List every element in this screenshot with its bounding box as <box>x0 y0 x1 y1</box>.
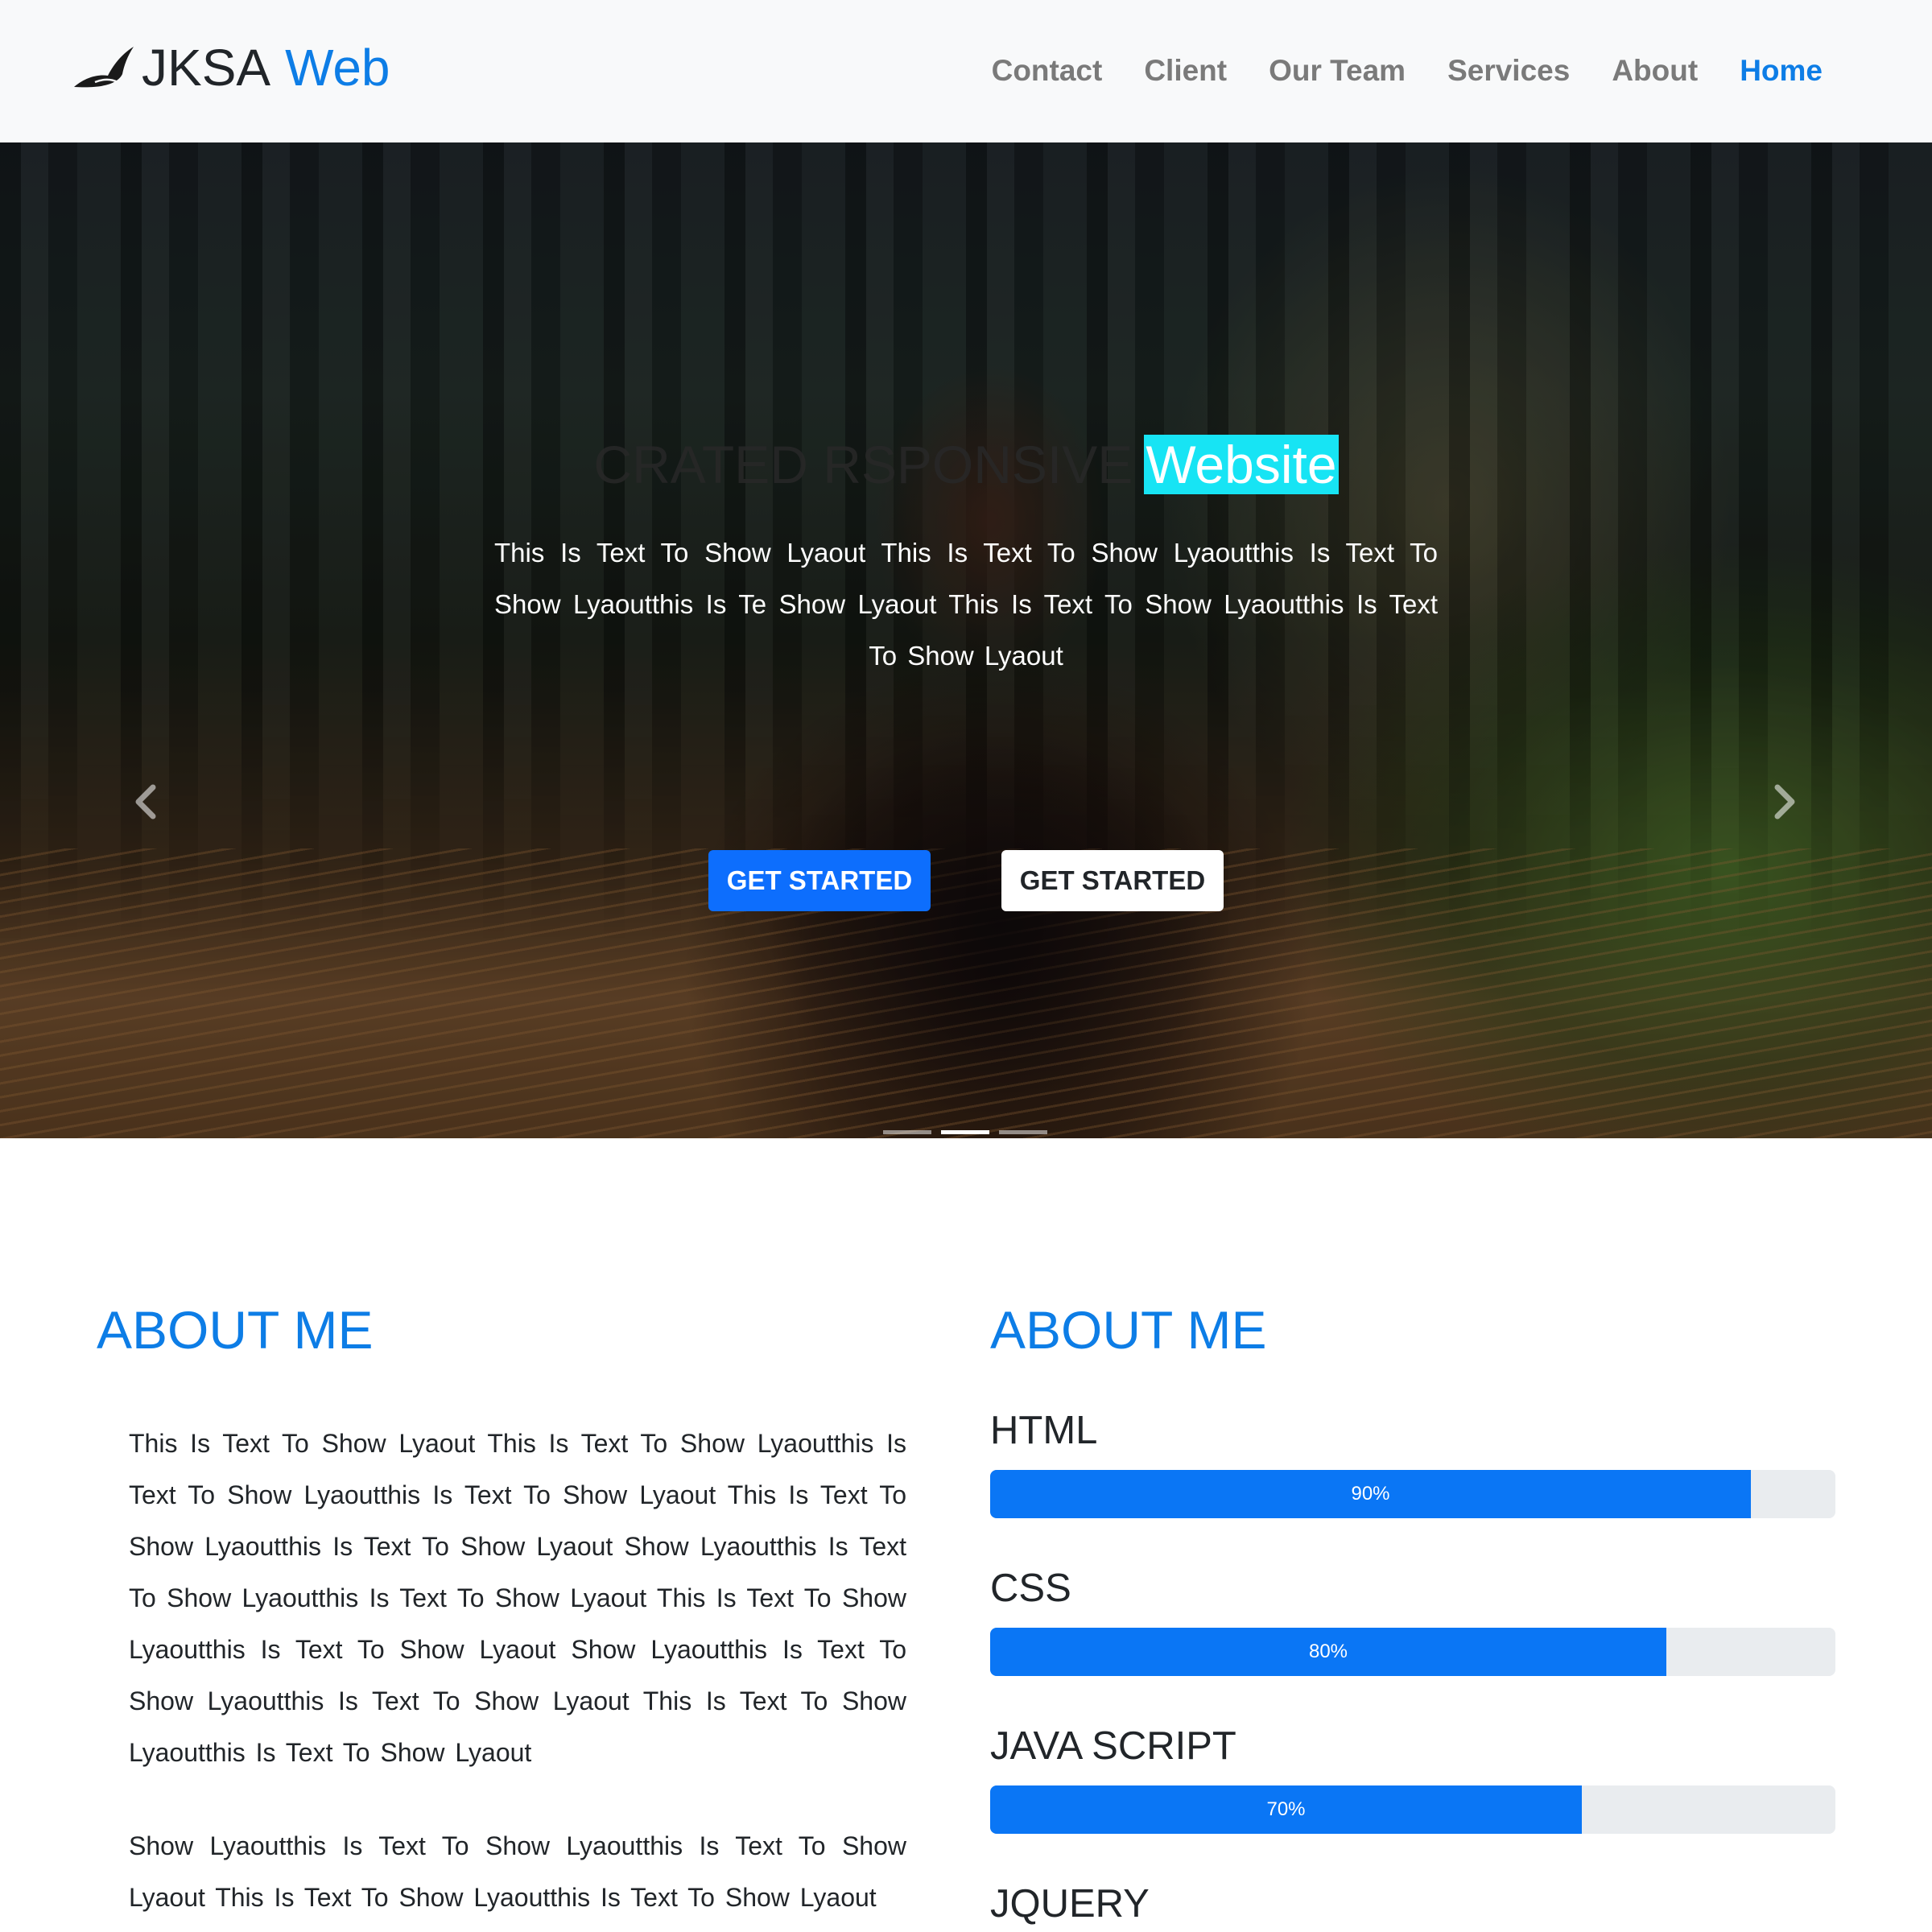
nav-menu: Home About Services Our Team Client Cont… <box>992 47 1823 95</box>
skill-label-css: CSS <box>990 1567 1071 1610</box>
chevron-left-icon <box>135 784 156 819</box>
nav-item-client[interactable]: Client <box>1144 54 1227 88</box>
hero-buttons: GET STARTED GET STARTED <box>708 850 1224 911</box>
navbar: JKSA Web Home About Services Our Team Cl… <box>0 0 1932 142</box>
skill-bar-javascript: 70% <box>990 1785 1835 1834</box>
brand-name: JKSA <box>142 39 271 97</box>
about-title-left: ABOUT ME <box>97 1300 374 1360</box>
skill-bar-fill: 90% <box>990 1470 1751 1518</box>
carousel-prev-button[interactable] <box>130 782 159 821</box>
chevron-right-icon <box>1774 784 1795 819</box>
nav-item-home[interactable]: Home <box>1740 54 1823 88</box>
skill-bar-fill: 70% <box>990 1785 1582 1834</box>
about-title-right: ABOUT ME <box>990 1300 1267 1360</box>
skill-label-jquery: JQUERY <box>990 1882 1150 1926</box>
bird-icon <box>74 47 134 88</box>
nav-item-services[interactable]: Services <box>1447 54 1570 88</box>
carousel-indicator-active[interactable] <box>941 1130 989 1134</box>
about-paragraph: This Is Text To Show Lyaout This Is Text… <box>129 1429 906 1767</box>
carousel-next-button[interactable] <box>1771 782 1800 821</box>
carousel-indicator[interactable] <box>883 1130 931 1134</box>
skill-bar-css: 80% <box>990 1628 1835 1676</box>
brand-accent: Web <box>285 39 390 97</box>
skill-bar-html: 90% <box>990 1470 1835 1518</box>
hero-title: CRATED RSPONSIVE Website <box>0 432 1932 497</box>
hero-description: This Is Text To Show Lyaout This Is Text… <box>494 538 1438 671</box>
hero-carousel: CRATED RSPONSIVE Website This Is Text To … <box>0 142 1932 1138</box>
get-started-light-button[interactable]: GET STARTED <box>1001 850 1224 911</box>
about-paragraph: Show Lyaoutthis Is Text To Show Lyaoutth… <box>129 1831 906 1912</box>
carousel-indicator[interactable] <box>999 1130 1047 1134</box>
get-started-primary-button[interactable]: GET STARTED <box>708 850 931 911</box>
skill-label-html: HTML <box>990 1409 1098 1452</box>
hero-title-highlight: Website <box>1144 435 1339 494</box>
brand-logo[interactable]: JKSA Web <box>71 35 390 100</box>
skill-label-javascript: JAVA SCRIPT <box>990 1724 1236 1768</box>
nav-item-contact[interactable]: Contact <box>992 54 1103 88</box>
hero-title-text: CRATED RSPONSIVE <box>593 435 1133 494</box>
nav-item-our-team[interactable]: Our Team <box>1269 54 1406 88</box>
carousel-indicators <box>883 1130 1047 1134</box>
nav-item-about[interactable]: About <box>1612 54 1698 88</box>
skill-bar-fill: 80% <box>990 1628 1666 1676</box>
